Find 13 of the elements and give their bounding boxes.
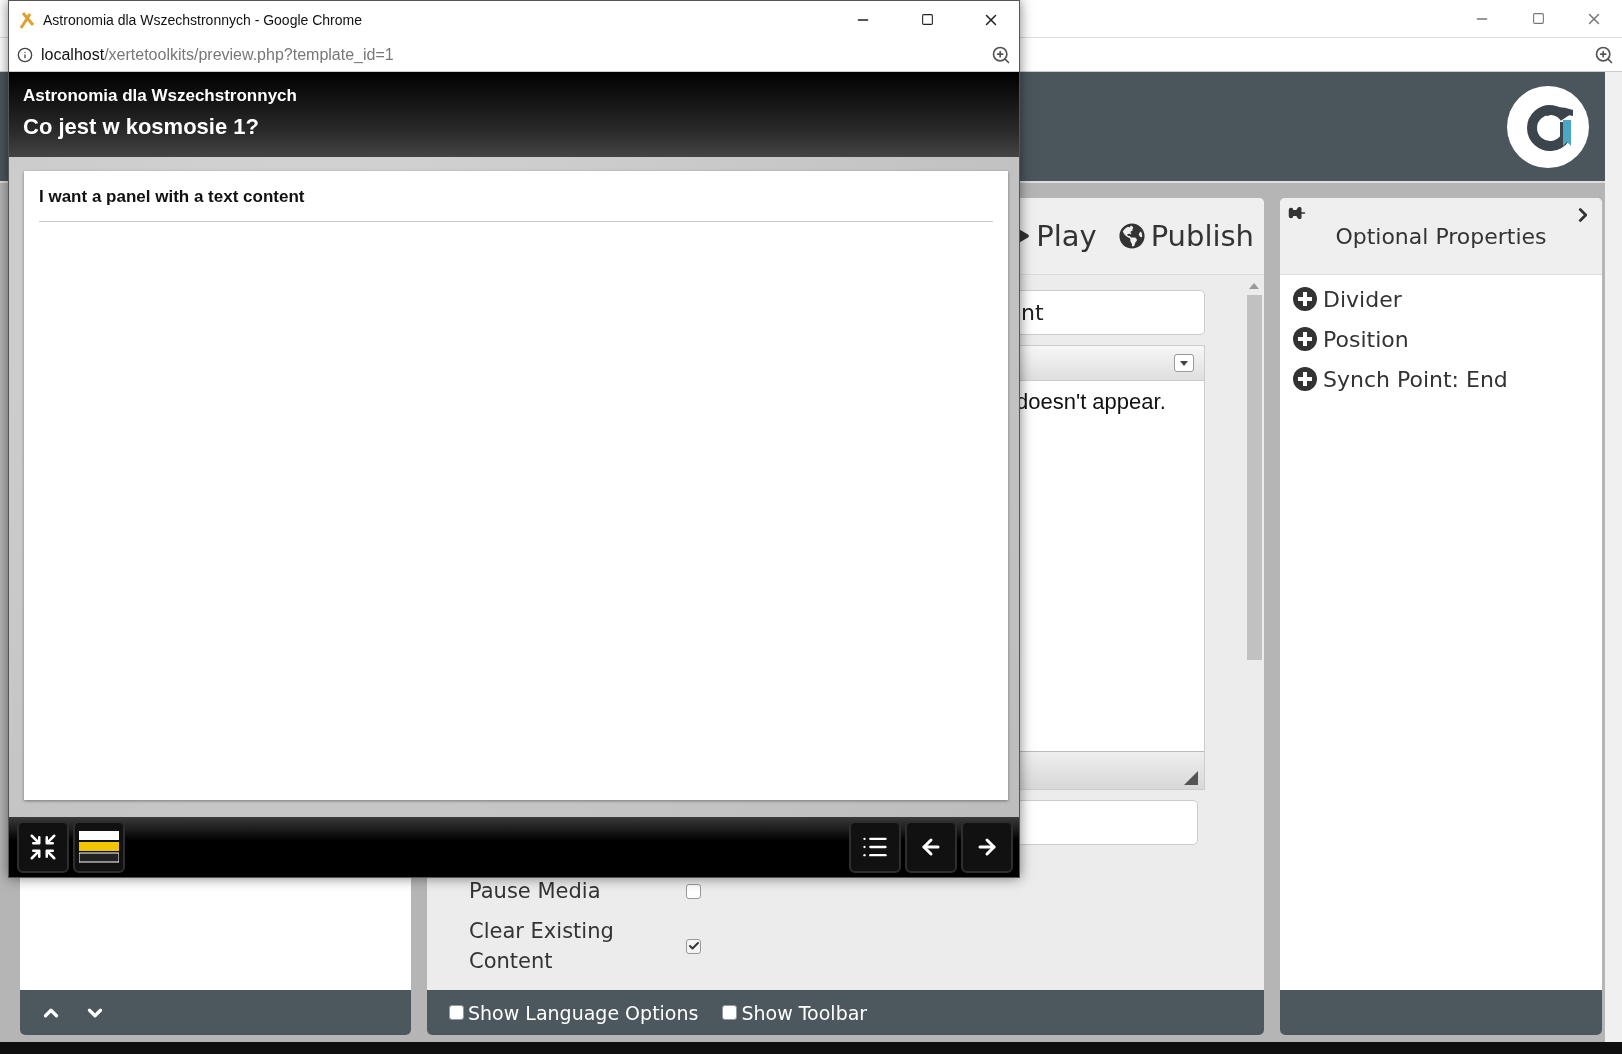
field-label: Pause Media <box>469 878 602 905</box>
publish-button[interactable]: Publish <box>1118 219 1254 253</box>
property-item[interactable]: Position <box>1323 326 1409 352</box>
panel-title: Optional Properties <box>1335 223 1547 249</box>
course-title: Astronomia dla Wszechstronnych <box>23 86 298 106</box>
field-label: Clear Existing Content <box>469 918 615 975</box>
page-title: Co jest w kosmosie 1? <box>23 114 260 140</box>
property-item[interactable]: Divider <box>1323 286 1402 312</box>
option-label[interactable]: Show Toolbar <box>741 1001 868 1024</box>
window-title: Astronomia dla Wszechstronnych - Google Chrome <box>43 11 364 28</box>
option-label[interactable]: Show Language Options <box>468 1001 699 1024</box>
property-item[interactable]: Synch Point: End <box>1323 366 1508 392</box>
panel-heading: I want a panel with a text content <box>39 187 993 222</box>
